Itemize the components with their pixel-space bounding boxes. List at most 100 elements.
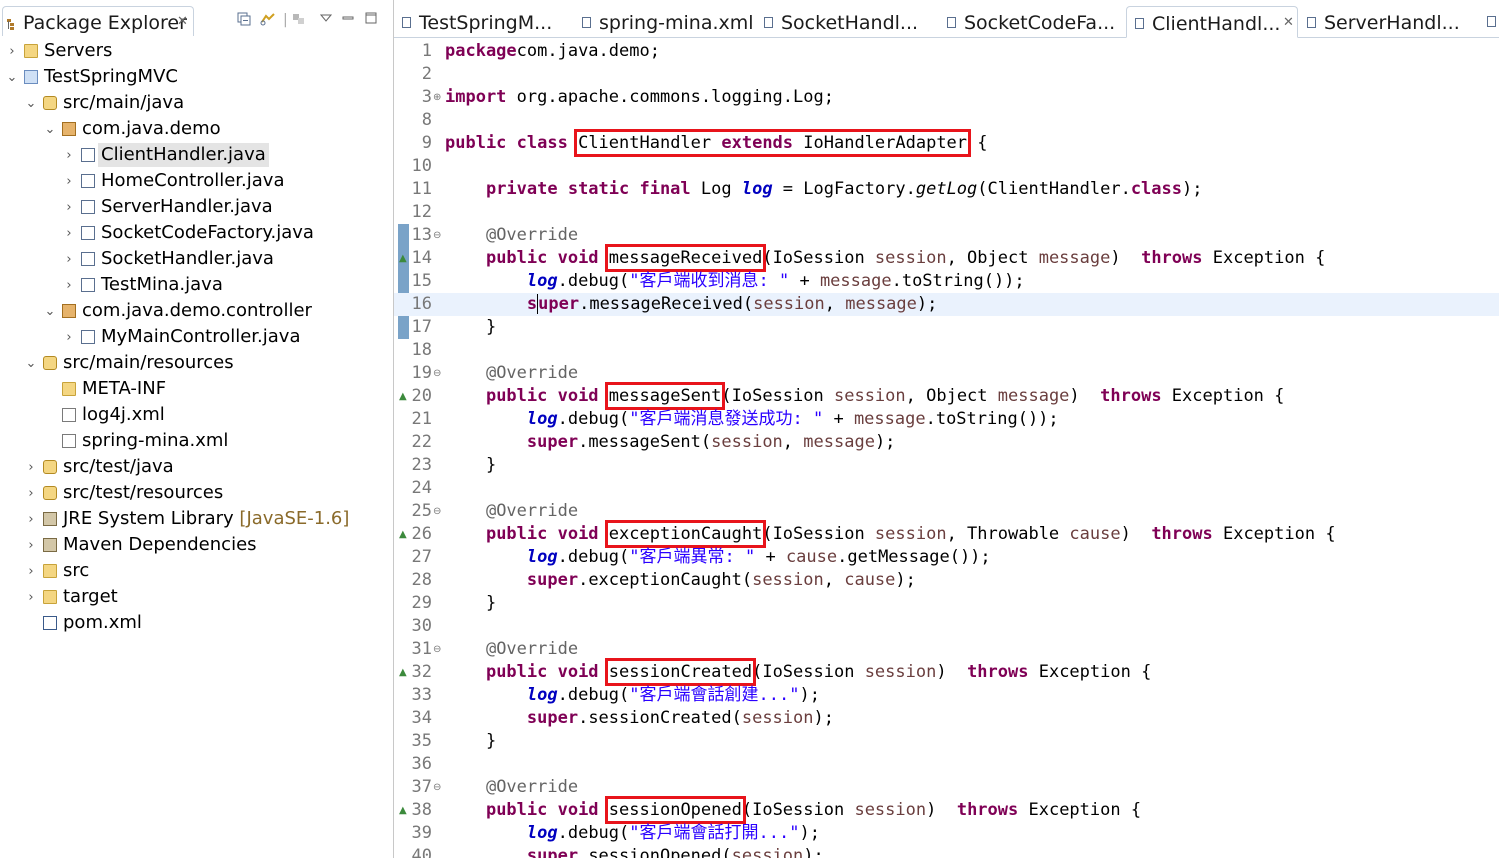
code-line[interactable]: 12 [394, 201, 1499, 224]
collapse-fold-icon[interactable]: ⊖ [433, 776, 441, 799]
expand-arrow-icon[interactable]: › [62, 223, 76, 245]
tree-item[interactable]: ⌄ src/main/resources [0, 351, 393, 375]
code-line[interactable]: 1 packagecom.java.demo; [394, 40, 1499, 63]
focus-active-task-icon[interactable] [292, 12, 306, 30]
expand-arrow-icon[interactable]: › [62, 171, 76, 193]
more-tabs-icon[interactable] [1487, 16, 1496, 27]
tree-item[interactable]: ⌄ TestSpringMVC [0, 65, 393, 89]
collapse-arrow-icon[interactable]: ⌄ [43, 301, 57, 323]
editor-tab[interactable]: ServerHandl... [1299, 6, 1484, 38]
editor-tab[interactable]: ClientHandl... ✕ [1126, 6, 1298, 38]
tree-item[interactable]: › JRE System Library [JavaSE-1.6] [0, 507, 393, 531]
tree-item[interactable]: › ClientHandler.java [0, 143, 393, 167]
expand-arrow-icon[interactable]: › [5, 41, 19, 63]
editor-tab[interactable]: SocketCodeFa... [939, 6, 1124, 38]
collapse-arrow-icon[interactable]: ⌄ [24, 353, 38, 375]
code-line[interactable]: 18 [394, 339, 1499, 362]
collapse-fold-icon[interactable]: ⊖ [433, 500, 441, 523]
maximize-icon[interactable] [365, 12, 377, 28]
collapse-fold-icon[interactable]: ⊖ [433, 224, 441, 247]
expand-fold-icon[interactable]: ⊕ [433, 86, 441, 109]
expand-arrow-icon[interactable]: › [62, 197, 76, 219]
code-line[interactable]: 19 ⊖ @Override [394, 362, 1499, 385]
expand-arrow-icon[interactable]: › [24, 509, 38, 531]
expand-arrow-icon[interactable]: › [62, 327, 76, 349]
code-line[interactable]: 37 ⊖ @Override [394, 776, 1499, 799]
code-line[interactable]: 16 super.messageReceived(session, messag… [394, 293, 1499, 316]
code-line[interactable]: 29 } [394, 592, 1499, 615]
collapse-all-icon[interactable] [237, 12, 251, 30]
tree-item[interactable]: › SocketCodeFactory.java [0, 221, 393, 245]
collapse-fold-icon[interactable]: ⊖ [433, 638, 441, 661]
code-line[interactable]: 24 [394, 477, 1499, 500]
code-line[interactable]: 30 [394, 615, 1499, 638]
tree-item[interactable]: ⌄ src/main/java [0, 91, 393, 115]
code-line[interactable]: 3 ⊕ import org.apache.commons.logging.Log; [394, 86, 1499, 109]
expand-arrow-icon[interactable]: › [62, 145, 76, 167]
tree-item[interactable]: › Maven Dependencies [0, 533, 393, 557]
tree-item[interactable]: › src/test/resources [0, 481, 393, 505]
code-line[interactable]: 28 super.exceptionCaught(session, cause)… [394, 569, 1499, 592]
code-line[interactable]: 20 ▲ public void messageSent(IoSession se… [394, 382, 1499, 410]
code-line[interactable]: 11 private static final Log log = LogFac… [394, 178, 1499, 201]
expand-arrow-icon[interactable]: › [24, 561, 38, 583]
tree-item[interactable]: › SocketHandler.java [0, 247, 393, 271]
tree-item[interactable]: pom.xml [0, 611, 393, 635]
tree-item[interactable]: ⌄ com.java.demo.controller [0, 299, 393, 323]
code-line[interactable]: 39 log.debug("客戶端會話打開..."); [394, 822, 1499, 845]
editor-tab[interactable]: SocketHandl... [756, 6, 936, 38]
code-line[interactable]: 10 [394, 155, 1499, 178]
code-line[interactable]: 38 ▲ public void sessionOpened(IoSession … [394, 796, 1499, 824]
link-with-editor-icon[interactable] [260, 12, 276, 30]
close-icon[interactable]: ✕ [1283, 15, 1294, 30]
code-line[interactable]: 36 [394, 753, 1499, 776]
code-line[interactable]: 34 super.sessionCreated(session); [394, 707, 1499, 730]
code-line[interactable]: 26 ▲ public void exceptionCaught(IoSessio… [394, 520, 1499, 548]
editor-tab[interactable]: TestSpringM... [394, 6, 572, 38]
tree-item[interactable]: › HomeController.java [0, 169, 393, 193]
minimize-icon[interactable] [342, 12, 354, 28]
code-line[interactable]: 14 ▲ public void messageReceived(IoSessio… [394, 244, 1499, 272]
code-line[interactable]: 13 ⊖ @Override [394, 224, 1499, 247]
editor-tab[interactable]: spring-mina.xml [574, 6, 754, 38]
tree-item[interactable]: › ServerHandler.java [0, 195, 393, 219]
expand-arrow-icon[interactable]: › [24, 483, 38, 505]
collapse-fold-icon[interactable]: ⊖ [433, 362, 441, 385]
code-line[interactable]: 35 } [394, 730, 1499, 753]
tree-item[interactable]: log4j.xml [0, 403, 393, 427]
code-line[interactable]: 15 log.debug("客戶端收到消息: " + message.toStr… [394, 270, 1499, 293]
expand-arrow-icon[interactable]: › [24, 457, 38, 479]
code-line[interactable]: 2 [394, 63, 1499, 86]
tree-item[interactable]: › Servers [0, 39, 393, 63]
code-line[interactable]: 27 log.debug("客戶端異常: " + cause.getMessag… [394, 546, 1499, 569]
code-line[interactable]: 40 super.sessionOpened(session); [394, 845, 1499, 858]
expand-arrow-icon[interactable]: › [62, 249, 76, 271]
close-icon[interactable]: ✕ [177, 14, 188, 29]
code-line[interactable]: 8 [394, 109, 1499, 132]
collapse-arrow-icon[interactable]: ⌄ [24, 93, 38, 115]
tree-item[interactable]: › src/test/java [0, 455, 393, 479]
code-area[interactable]: 1 packagecom.java.demo; 2 3 ⊕ import org.apac… [394, 39, 1499, 858]
code-line[interactable]: 17 } [394, 316, 1499, 339]
code-line[interactable]: 23 } [394, 454, 1499, 477]
expand-arrow-icon[interactable]: › [62, 275, 76, 297]
code-line[interactable]: 33 log.debug("客戶端會話創建..."); [394, 684, 1499, 707]
code-line[interactable]: 32 ▲ public void sessionCreated(IoSession… [394, 658, 1499, 686]
tree-item[interactable]: › MyMainController.java [0, 325, 393, 349]
expand-arrow-icon[interactable]: › [24, 587, 38, 609]
tree-item[interactable]: spring-mina.xml [0, 429, 393, 453]
code-line[interactable]: 21 log.debug("客戶端消息發送成功: " + message.toS… [394, 408, 1499, 431]
tree-item[interactable]: › TestMina.java [0, 273, 393, 297]
tree-item[interactable]: › target [0, 585, 393, 609]
code-line[interactable]: 31 ⊖ @Override [394, 638, 1499, 661]
code-line[interactable]: 25 ⊖ @Override [394, 500, 1499, 523]
tree-item[interactable]: › src [0, 559, 393, 583]
package-explorer-tab[interactable]: Package Explorer ✕ [2, 6, 194, 36]
code-line[interactable]: 9 public class ClientHandler extends IoHa… [394, 129, 1499, 157]
expand-arrow-icon[interactable]: › [24, 535, 38, 557]
tree-item[interactable]: ⌄ com.java.demo [0, 117, 393, 141]
tree-item[interactable]: META-INF [0, 377, 393, 401]
collapse-arrow-icon[interactable]: ⌄ [43, 119, 57, 141]
view-menu-icon[interactable] [319, 12, 333, 28]
code-line[interactable]: 22 super.messageSent(session, message); [394, 431, 1499, 454]
